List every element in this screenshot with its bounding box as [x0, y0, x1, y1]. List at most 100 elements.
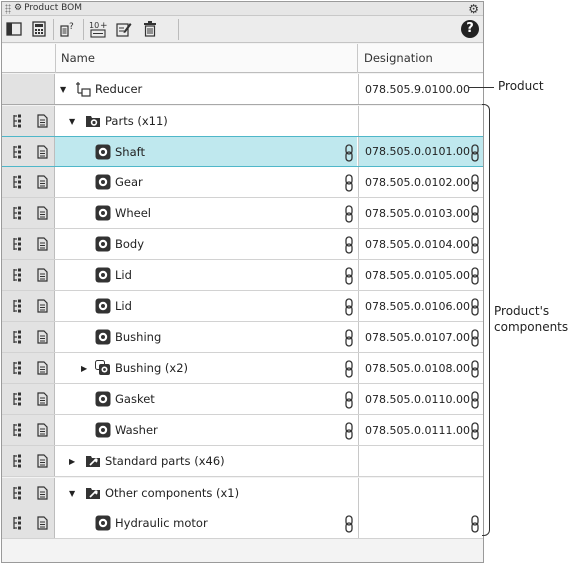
document-icon[interactable]: [37, 206, 49, 220]
expand-arrow-right-icon[interactable]: ▶: [69, 446, 75, 476]
designation-cell[interactable]: 078.505.9.0100.00: [358, 74, 483, 104]
expand-arrow-down-icon[interactable]: ▼: [69, 478, 75, 508]
delete-icon[interactable]: [141, 20, 159, 38]
document-icon[interactable]: [37, 175, 49, 189]
link-icon[interactable]: [470, 515, 480, 533]
calculator-icon[interactable]: [30, 20, 48, 38]
designation-cell[interactable]: 078.505.0.0108.00: [358, 353, 483, 383]
link-icon[interactable]: [344, 515, 354, 533]
link-icon[interactable]: [344, 267, 354, 285]
structure-tree-icon[interactable]: [12, 392, 24, 406]
panel-titlebar[interactable]: ⚙ Product BOM ⚙: [2, 2, 483, 16]
structure-tree-icon[interactable]: [12, 454, 24, 468]
structure-tree-icon[interactable]: [12, 206, 24, 220]
tree-row[interactable]: Lid 078.505.0.0105.00: [2, 260, 483, 291]
tree-row[interactable]: Shaft 078.505.0.0101.00: [2, 136, 483, 167]
expand-arrow-down-icon[interactable]: ▼: [60, 74, 66, 104]
name-cell[interactable]: ▼ Reducer: [55, 74, 357, 104]
tree-row[interactable]: Wheel 078.505.0.0103.00: [2, 198, 483, 229]
column-header-name[interactable]: Name: [55, 44, 357, 73]
structure-tree-icon[interactable]: [12, 175, 24, 189]
designation-cell[interactable]: [358, 106, 483, 136]
document-icon[interactable]: [37, 330, 49, 344]
link-icon[interactable]: [470, 236, 480, 254]
column-header-designation[interactable]: Designation: [358, 44, 483, 73]
structure-tree-icon[interactable]: [12, 516, 24, 530]
tree-row[interactable]: ▶ Standard parts (x46): [2, 446, 483, 477]
link-icon[interactable]: [470, 329, 480, 347]
designation-cell[interactable]: 078.505.0.0102.00: [358, 167, 483, 197]
help-icon[interactable]: ?: [461, 20, 479, 38]
document-icon[interactable]: [37, 423, 49, 437]
drag-grip-icon[interactable]: [5, 4, 11, 14]
designation-cell[interactable]: 078.505.0.0111.00: [358, 415, 483, 445]
link-icon[interactable]: [344, 205, 354, 223]
structure-tree-icon[interactable]: [12, 237, 24, 251]
name-cell[interactable]: Wheel: [55, 198, 357, 228]
link-icon[interactable]: [470, 298, 480, 316]
structure-tree-icon[interactable]: [12, 486, 24, 500]
link-icon[interactable]: [344, 144, 354, 162]
document-icon[interactable]: [37, 268, 49, 282]
link-icon[interactable]: [344, 391, 354, 409]
link-icon[interactable]: [344, 174, 354, 192]
name-cell[interactable]: Lid: [55, 291, 357, 321]
document-icon[interactable]: [37, 516, 49, 530]
document-icon[interactable]: [37, 486, 49, 500]
tree-row[interactable]: ▼ Other components (x1): [2, 478, 483, 509]
panel-toggle-icon[interactable]: [5, 20, 23, 38]
document-icon[interactable]: [37, 454, 49, 468]
designation-cell[interactable]: [358, 478, 483, 508]
column-divider[interactable]: [357, 44, 358, 73]
document-icon[interactable]: [37, 237, 49, 251]
designation-cell[interactable]: 078.505.0.0101.00: [358, 137, 483, 166]
tree-row[interactable]: Hydraulic motor: [2, 508, 483, 539]
link-icon[interactable]: [344, 329, 354, 347]
name-cell[interactable]: ▼ Parts (x11): [55, 106, 357, 136]
name-cell[interactable]: Body: [55, 229, 357, 259]
name-cell[interactable]: Gear: [55, 167, 357, 197]
link-icon[interactable]: [470, 391, 480, 409]
name-cell[interactable]: Gasket: [55, 384, 357, 414]
name-cell[interactable]: Bushing: [55, 322, 357, 352]
link-icon[interactable]: [470, 174, 480, 192]
structure-tree-icon[interactable]: [12, 361, 24, 375]
structure-tree-icon[interactable]: [12, 423, 24, 437]
designation-cell[interactable]: 078.505.0.0103.00: [358, 198, 483, 228]
link-icon[interactable]: [470, 144, 480, 162]
designation-cell[interactable]: 078.505.0.0106.00: [358, 291, 483, 321]
designation-cell[interactable]: 078.505.0.0110.00: [358, 384, 483, 414]
tree-row[interactable]: Lid 078.505.0.0106.00: [2, 291, 483, 322]
name-cell[interactable]: Shaft: [55, 137, 357, 166]
structure-tree-icon[interactable]: [12, 145, 24, 159]
name-cell[interactable]: ▶ Standard parts (x46): [55, 446, 357, 476]
structure-tree-icon[interactable]: [12, 330, 24, 344]
designation-cell[interactable]: 078.505.0.0107.00: [358, 322, 483, 352]
document-icon[interactable]: [37, 299, 49, 313]
edit-icon[interactable]: [115, 20, 133, 38]
name-cell[interactable]: Lid: [55, 260, 357, 290]
expand-arrow-right-icon[interactable]: ▶: [81, 353, 87, 383]
tree-row[interactable]: Gasket 078.505.0.0110.00: [2, 384, 483, 415]
help-query-icon[interactable]: ?: [59, 20, 77, 38]
link-icon[interactable]: [470, 360, 480, 378]
tree-row[interactable]: ▶ Bushing (x2) 078.505.0.0108.00: [2, 353, 483, 384]
expand-arrow-down-icon[interactable]: ▼: [69, 106, 75, 136]
name-cell[interactable]: ▼ Other components (x1): [55, 478, 357, 508]
structure-tree-icon[interactable]: [12, 299, 24, 313]
structure-tree-icon[interactable]: [12, 114, 24, 128]
link-icon[interactable]: [344, 360, 354, 378]
designation-cell[interactable]: 078.505.0.0105.00: [358, 260, 483, 290]
structure-tree-icon[interactable]: [12, 268, 24, 282]
link-icon[interactable]: [344, 298, 354, 316]
designation-cell[interactable]: [358, 508, 483, 538]
settings-gear-icon[interactable]: ⚙: [468, 2, 479, 16]
document-icon[interactable]: [37, 361, 49, 375]
tree-row[interactable]: Gear 078.505.0.0102.00: [2, 167, 483, 198]
tree-row[interactable]: Body 078.505.0.0104.00: [2, 229, 483, 260]
numbering-icon[interactable]: 10 +: [89, 20, 109, 38]
tree-row[interactable]: ▼ Parts (x11): [2, 106, 483, 137]
link-icon[interactable]: [470, 422, 480, 440]
tree-row[interactable]: Bushing 078.505.0.0107.00: [2, 322, 483, 353]
tree-row[interactable]: Washer 078.505.0.0111.00: [2, 415, 483, 446]
